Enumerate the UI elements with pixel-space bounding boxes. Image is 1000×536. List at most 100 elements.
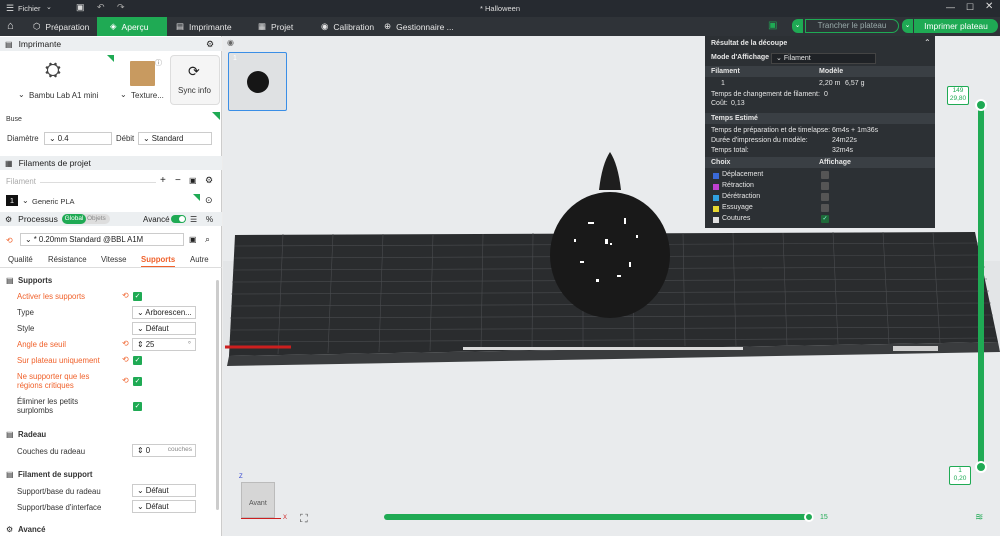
- cube-icon: ⬡: [33, 21, 41, 31]
- tab-project[interactable]: ▦ Projet: [255, 17, 296, 36]
- support-style-select[interactable]: ⌄ Défaut: [132, 322, 196, 335]
- reset-icon[interactable]: ⟲: [122, 291, 129, 300]
- reset-icon[interactable]: ⟲: [122, 355, 129, 364]
- thumbnail-model: [247, 71, 269, 93]
- printer-icon: ▤: [5, 39, 13, 49]
- critical-regions-checkbox[interactable]: ✓: [133, 377, 142, 386]
- compare-icon[interactable]: ☰: [190, 215, 197, 224]
- top-layer-handle[interactable]: [975, 99, 987, 111]
- threshold-angle-input[interactable]: ⇕ 25 °: [132, 338, 196, 351]
- tab-speed[interactable]: Vitesse: [101, 255, 126, 264]
- tab-device[interactable]: ▤ Imprimante: [172, 17, 236, 36]
- plate-type-select[interactable]: ⓘ ⌄ Texture...: [118, 55, 168, 105]
- global-object-toggle[interactable]: Global Objets: [62, 214, 110, 224]
- support-type-select[interactable]: ⌄ Arborescen...: [132, 306, 196, 319]
- legend-retraction-checkbox[interactable]: [821, 182, 829, 190]
- tab-manager[interactable]: ⊕ Gestionnaire ...: [381, 17, 457, 36]
- printer-model-icon: ⛭: [45, 59, 61, 81]
- edit-filament-icon[interactable]: ⊙: [205, 195, 213, 206]
- legend-wipe-checkbox[interactable]: [821, 204, 829, 212]
- supports-icon: ▤: [6, 276, 14, 285]
- slice-plate-button[interactable]: Trancher le plateau: [805, 19, 899, 33]
- collapse-icon[interactable]: ⌃: [924, 38, 931, 47]
- tab-quality[interactable]: Qualité: [8, 255, 33, 264]
- gear-icon[interactable]: ⚙: [206, 39, 214, 50]
- print-dropdown[interactable]: ⌄: [902, 19, 913, 33]
- move-slider-value: 15: [820, 514, 828, 521]
- remove-small-overhangs-checkbox[interactable]: ✓: [133, 402, 142, 411]
- supports-group-title: Supports: [18, 276, 53, 285]
- flow-label: Débit: [116, 134, 135, 143]
- home-icon[interactable]: ⌂: [7, 20, 14, 32]
- tab-supports[interactable]: Supports: [141, 255, 176, 267]
- legend-travel-checkbox[interactable]: [821, 171, 829, 179]
- legend-seams-checkbox[interactable]: ✓: [821, 215, 829, 223]
- process-profile-select[interactable]: ⌄ * 0.20mm Standard @BBL A1M: [20, 233, 184, 246]
- layers-icon[interactable]: ≋: [975, 512, 983, 523]
- reset-icon[interactable]: ⟲: [122, 376, 129, 385]
- view-cube[interactable]: Avant: [241, 482, 275, 518]
- info-icon[interactable]: ⓘ: [155, 58, 162, 68]
- enable-supports-checkbox[interactable]: ✓: [133, 292, 142, 301]
- chevron-down-icon: ⌄: [25, 235, 34, 244]
- print-plate-button[interactable]: Imprimer plateau: [914, 19, 998, 33]
- maximize-icon[interactable]: ☐: [966, 2, 974, 13]
- process-section-header: ⚙ Processus Global Objets Avancé ☰ %: [0, 212, 222, 226]
- critical-regions-label-2: régions critiques: [17, 381, 74, 390]
- move-slider[interactable]: [384, 514, 814, 520]
- preview-icon: ◈: [110, 21, 117, 31]
- filament-header: Filament: [6, 177, 36, 186]
- add-icon[interactable]: +: [160, 175, 166, 186]
- search-icon[interactable]: ⌕: [205, 234, 210, 245]
- textured-plate-icon: [130, 61, 155, 86]
- plate-icon[interactable]: ▣: [768, 20, 777, 31]
- param-icon[interactable]: %: [206, 215, 213, 224]
- remove-icon[interactable]: −: [175, 175, 181, 186]
- raft-base-select[interactable]: ⌄ Défaut: [132, 484, 196, 497]
- spin-icon: ⇕: [137, 340, 146, 349]
- minimize-icon[interactable]: —: [946, 2, 955, 12]
- plate-thumbnail[interactable]: 1: [228, 52, 287, 111]
- slice-dropdown[interactable]: ⌄: [792, 19, 803, 33]
- raft-layers-input[interactable]: ⇕ 0 couches: [132, 444, 196, 457]
- filament-slot-1[interactable]: 1: [6, 195, 18, 206]
- corner-marker: [212, 112, 220, 120]
- move-slider-handle[interactable]: [804, 512, 814, 522]
- interface-label: Support/base d'interface: [17, 503, 102, 512]
- printer-select[interactable]: ⛭ ⌄ Bambu Lab A1 mini: [5, 55, 114, 105]
- build-plate-only-checkbox[interactable]: ✓: [133, 356, 142, 365]
- legend-seams: Coutures: [722, 215, 751, 222]
- interface-select[interactable]: ⌄ Défaut: [132, 500, 196, 513]
- sync-info-button[interactable]: ⟳ Sync info: [170, 55, 220, 105]
- legend-swatch: [713, 195, 719, 201]
- close-icon[interactable]: ✕: [985, 1, 993, 12]
- tab-strength[interactable]: Résistance: [48, 255, 87, 264]
- sync-filament-icon[interactable]: ▣: [189, 176, 197, 185]
- nozzle-label: Buse: [6, 116, 22, 123]
- tab-preview[interactable]: ◈ Aperçu: [97, 17, 167, 36]
- view-mode-select[interactable]: ⌄ Filament: [771, 53, 876, 64]
- reset-icon[interactable]: ⟲: [122, 339, 129, 348]
- advanced-toggle[interactable]: [171, 215, 186, 223]
- chevron-down-icon: ⌄: [18, 90, 25, 99]
- gear-icon[interactable]: ⚙: [205, 175, 213, 186]
- filament-name[interactable]: Generic PLA: [32, 197, 75, 206]
- eye-icon[interactable]: ◉: [227, 38, 234, 47]
- reset-icon[interactable]: ⟲: [6, 236, 13, 245]
- bottom-layer-handle[interactable]: [975, 461, 987, 473]
- support-filament-group-title: Filament de support: [18, 470, 93, 479]
- tab-other[interactable]: Autre: [190, 255, 209, 264]
- tab-calibration[interactable]: ◉ Calibration: [318, 17, 377, 36]
- flow-select[interactable]: ⌄ Standard: [138, 132, 212, 145]
- settings-scrollbar[interactable]: [216, 280, 219, 510]
- legend-travel: Déplacement: [722, 171, 764, 178]
- save-icon[interactable]: ▣: [189, 235, 197, 244]
- layer-slider[interactable]: [978, 102, 984, 466]
- diameter-select[interactable]: ⌄ 0.4: [44, 132, 112, 145]
- process-tabs: Qualité Résistance Vitesse Supports Autr…: [0, 253, 222, 268]
- calibration-icon: ◉: [321, 21, 329, 31]
- fit-view-icon[interactable]: ⛶: [300, 513, 308, 526]
- z-axis-label: Z: [239, 474, 243, 480]
- tab-preparation[interactable]: ⬡ Préparation: [28, 17, 94, 36]
- legend-deretraction-checkbox[interactable]: [821, 193, 829, 201]
